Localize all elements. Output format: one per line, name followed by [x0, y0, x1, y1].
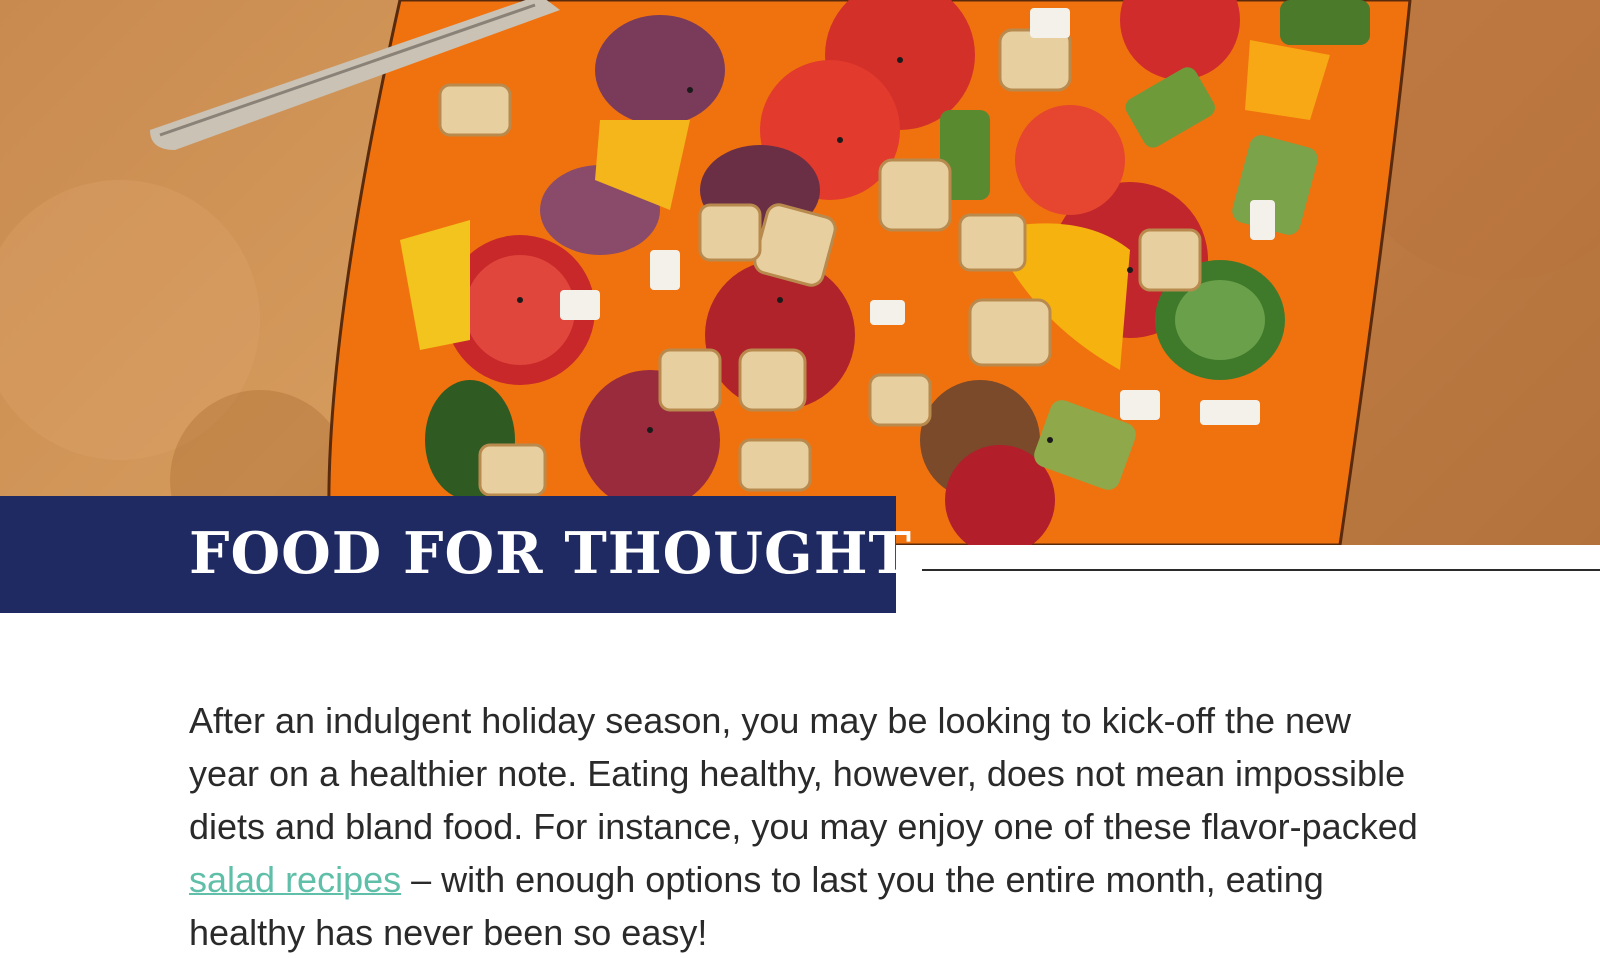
article-text-intro: After an indulgent holiday season, you m…: [189, 700, 1418, 847]
salad-recipes-link[interactable]: salad recipes: [189, 859, 401, 900]
salad-photo: [0, 0, 1600, 545]
article-paragraph: After an indulgent holiday season, you m…: [189, 694, 1429, 959]
hero-image: [0, 0, 1600, 545]
section-divider: [922, 569, 1600, 571]
section-title: FOOD FOR THOUGHT: [189, 520, 912, 587]
section-banner: FOOD FOR THOUGHT: [0, 496, 911, 613]
